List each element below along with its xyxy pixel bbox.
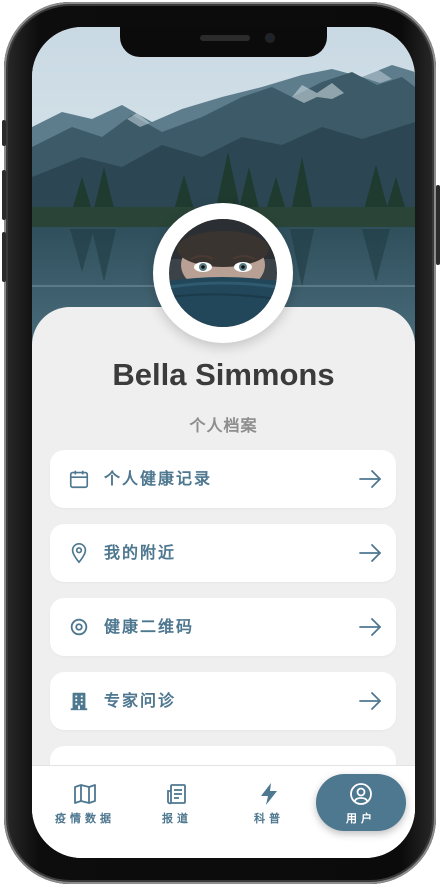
volume-up-button	[2, 170, 6, 220]
menu-item-health-qrcode[interactable]: 健康二维码	[50, 598, 396, 656]
tab-label: 用户	[346, 812, 376, 825]
tab-label: 疫情数据	[55, 812, 115, 825]
tab-label: 报道	[162, 812, 192, 825]
menu-item-expert-consult[interactable]: 专家问诊	[50, 672, 396, 730]
profile-name: Bella Simmons	[112, 357, 335, 392]
arrow-right-icon	[359, 618, 381, 636]
menu-item-health-records[interactable]: 个人健康记录	[50, 450, 396, 508]
tab-science[interactable]: 科普	[229, 766, 309, 836]
arrow-right-icon	[359, 692, 381, 710]
tab-reports[interactable]: 报道	[137, 766, 217, 836]
news-icon	[167, 784, 186, 805]
profile-subtitle: 个人档案	[189, 416, 258, 435]
front-camera	[265, 33, 275, 43]
target-icon	[70, 618, 88, 636]
tab-epidemic-data[interactable]: 疫情数据	[45, 766, 125, 836]
menu-label: 专家问诊	[104, 691, 177, 710]
location-pin-icon	[71, 543, 87, 564]
speaker-grille	[200, 35, 250, 41]
menu-label: 健康二维码	[104, 617, 195, 636]
arrow-right-icon	[359, 544, 381, 562]
calendar-icon	[69, 470, 89, 489]
menu-item-nearby[interactable]: 我的附近	[50, 524, 396, 582]
menu-label: 个人健康记录	[104, 469, 213, 488]
building-icon	[70, 692, 88, 711]
avatar[interactable]	[153, 203, 293, 343]
lightning-icon	[261, 783, 277, 805]
phone-notch	[120, 27, 327, 57]
volume-down-button	[2, 232, 6, 282]
menu-label: 我的附近	[104, 543, 177, 562]
tab-user[interactable]: 用户	[316, 774, 406, 831]
tab-label: 科普	[254, 812, 284, 825]
mute-switch	[2, 120, 6, 146]
phone-screen: Bella Simmons 个人档案 个人健康记录 我的附近 健康二维码 专家问…	[32, 27, 415, 858]
arrow-right-icon	[359, 470, 381, 488]
power-button	[436, 185, 440, 265]
map-icon	[74, 784, 96, 804]
avatar-photo	[169, 219, 277, 327]
bottom-tab-bar: 疫情数据 报道 科普 用户	[32, 765, 415, 858]
user-icon	[350, 783, 372, 805]
